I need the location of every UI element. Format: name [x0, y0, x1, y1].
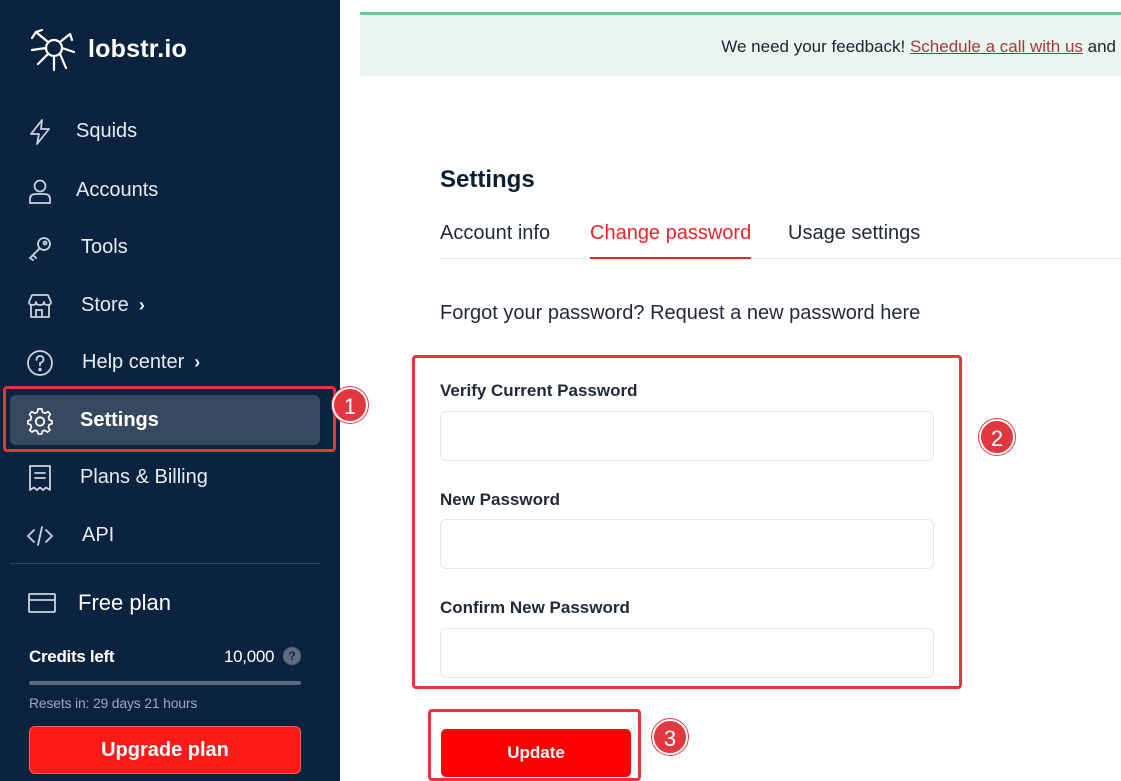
- plan-name: Free plan: [78, 590, 171, 615]
- user-icon: [29, 179, 51, 204]
- credit-card-icon: [28, 593, 56, 613]
- receipt-icon: [29, 465, 51, 491]
- step-marker-2: 2: [979, 419, 1015, 455]
- sidebar-item-help-center[interactable]: Help center ›: [10, 337, 320, 387]
- page-title: Settings: [440, 166, 535, 193]
- tab-change-password[interactable]: Change password: [590, 222, 752, 259]
- credits-progress-bar: [29, 681, 301, 685]
- plan-row: Free plan: [28, 590, 171, 616]
- step-marker-3: 3: [652, 719, 688, 755]
- store-icon: [28, 294, 52, 318]
- forgot-password-link[interactable]: Forgot your password? Request a new pass…: [440, 302, 920, 325]
- sidebar-item-label: API: [82, 523, 115, 546]
- sidebar-item-store[interactable]: Store ›: [10, 280, 320, 330]
- sidebar-item-label: Store ›: [81, 293, 145, 316]
- logo[interactable]: lobstr.io: [28, 26, 187, 72]
- highlight-box-update: [428, 709, 641, 781]
- key-icon: [28, 237, 51, 261]
- sidebar-item-accounts[interactable]: Accounts: [10, 165, 320, 215]
- sidebar-item-label: Accounts: [76, 178, 159, 201]
- settings-tabs: Account info Change password Usage setti…: [440, 222, 1121, 259]
- help-circle-icon: [27, 350, 53, 376]
- lightning-icon: [30, 119, 50, 145]
- sidebar-item-label: Help center ›: [82, 350, 201, 373]
- sidebar-item-squids[interactable]: Squids: [10, 106, 320, 156]
- highlight-box-settings: [3, 386, 336, 452]
- highlight-box-password-fields: [412, 355, 962, 689]
- schedule-call-link[interactable]: Schedule a call with us: [910, 37, 1083, 56]
- tab-usage-settings[interactable]: Usage settings: [788, 222, 920, 259]
- sidebar-item-label: Plans & Billing: [80, 465, 208, 488]
- credits-label: Credits left: [29, 647, 115, 666]
- chevron-right-icon: ›: [138, 294, 145, 315]
- sidebar-item-tools[interactable]: Tools: [10, 222, 320, 272]
- step-marker-1: 1: [332, 387, 368, 423]
- banner-text: We need your feedback! Schedule a call w…: [721, 37, 1116, 56]
- help-icon[interactable]: ?: [283, 647, 301, 665]
- upgrade-plan-button[interactable]: Upgrade plan: [29, 726, 301, 774]
- sidebar-item-label: Tools: [81, 235, 128, 258]
- sidebar-item-api[interactable]: API: [10, 510, 320, 560]
- feedback-banner: We need your feedback! Schedule a call w…: [360, 12, 1121, 76]
- logo-text: lobstr.io: [88, 34, 188, 63]
- code-icon: [27, 526, 53, 546]
- sidebar-divider: [10, 563, 320, 564]
- credits-value: 10,000: [224, 647, 275, 666]
- resets-text: Resets in: 29 days 21 hours: [29, 695, 198, 711]
- sidebar-item-plans-billing[interactable]: Plans & Billing: [10, 452, 320, 502]
- chevron-right-icon: ›: [194, 351, 201, 372]
- sidebar-item-label: Squids: [76, 119, 138, 142]
- lobster-logo-icon: [30, 28, 76, 72]
- tab-account-info[interactable]: Account info: [440, 222, 550, 259]
